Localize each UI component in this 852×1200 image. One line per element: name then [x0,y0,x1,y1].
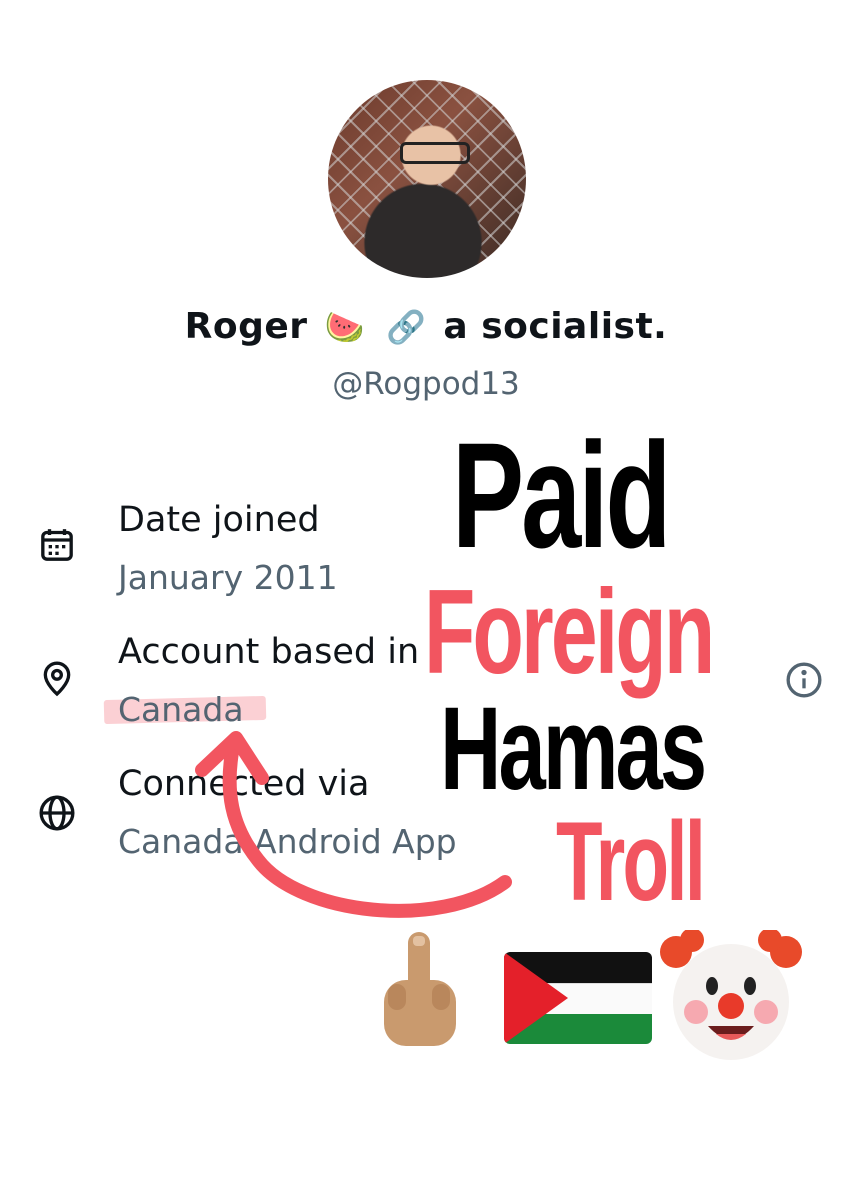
overlay-line-hamas: Hamas [440,683,707,815]
middle-finger-icon [384,932,456,1046]
account-based-label: Account based in [118,632,420,672]
overlay-line-foreign: Foreign [424,565,715,699]
connected-via-value: Canada Android App [118,822,457,861]
palestine-flag-icon [504,952,652,1044]
overlay-line-troll: Troll [556,799,706,924]
display-name-rest: a socialist. [443,306,668,347]
overlay-line-paid: Paid [452,411,671,579]
location-pin-icon [36,658,78,700]
connected-via-label: Connected via [118,764,370,804]
info-icon[interactable] [784,660,824,700]
watermelon-icon: 🍉 [324,308,365,346]
display-name-first: Roger [184,306,308,347]
profile-handle[interactable]: @Rogpod13 [0,366,852,402]
globe-icon [36,792,78,834]
account-based-value: Canada [118,690,244,729]
avatar-glasses [400,142,470,164]
clown-face-icon [660,930,802,1060]
link-icon: 🔗 [386,308,427,346]
avatar[interactable] [328,80,526,278]
calendar-icon [36,524,78,566]
date-joined-label: Date joined [118,500,320,540]
display-name: Roger 🍉 🔗 a socialist. [0,306,852,347]
date-joined-value: January 2011 [118,558,338,597]
